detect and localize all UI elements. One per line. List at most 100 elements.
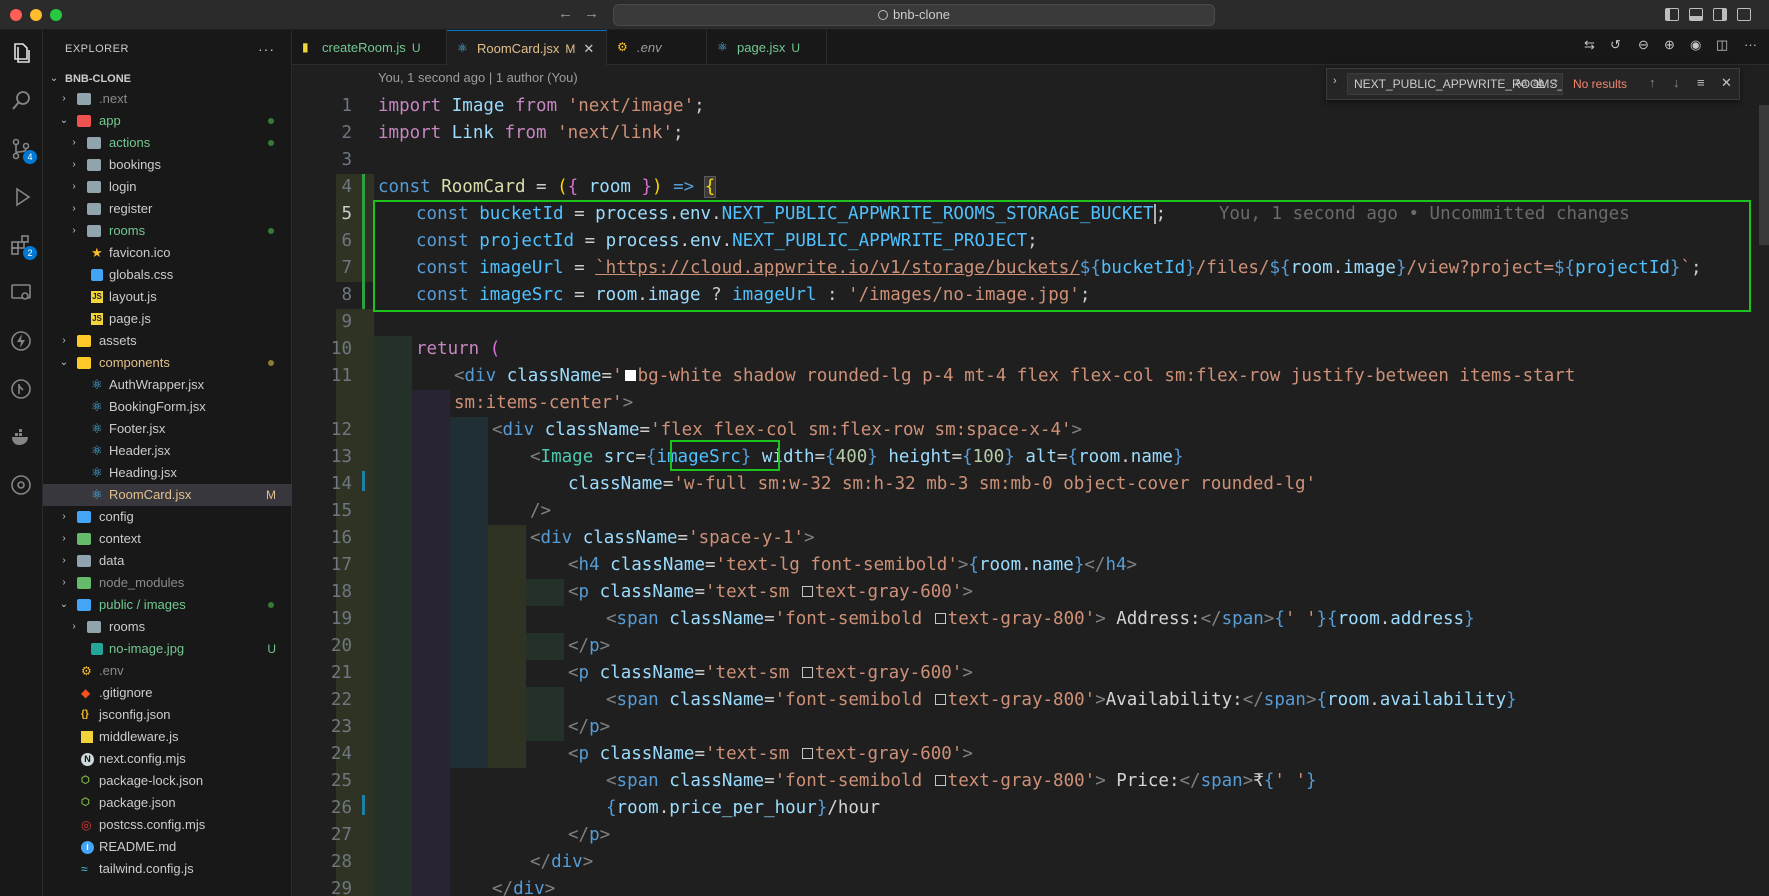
remote-explorer-icon[interactable] — [8, 280, 34, 306]
git-status-badge: M — [266, 488, 276, 502]
tree-item-label: postcss.config.mjs — [99, 817, 206, 832]
git-lens-icon[interactable]: ◉ — [1690, 37, 1701, 53]
js-file-icon: ▮ — [302, 40, 309, 54]
tree-item-assets[interactable]: › assets — [43, 330, 292, 352]
chevron-right-icon[interactable]: › — [1333, 75, 1337, 87]
arrow-down-icon[interactable]: ↓ — [1673, 75, 1680, 90]
source-control-icon[interactable]: 4 — [8, 136, 37, 164]
tree-item-middleware[interactable]: middleware.js — [43, 726, 292, 748]
tree-item-layout-js[interactable]: JS layout.js — [43, 286, 292, 308]
maximize-window-button[interactable] — [50, 9, 62, 21]
tree-item-page-js[interactable]: JS page.js — [43, 308, 292, 330]
toggle-sidebar-icon[interactable] — [1665, 8, 1679, 21]
tree-item-no-image[interactable]: no-image.jpg U — [43, 638, 292, 660]
tree-item-app[interactable]: ⌄ app — [43, 110, 292, 132]
tree-item-public-images[interactable]: ⌄ public / images — [43, 594, 292, 616]
close-tab-icon[interactable]: ✕ — [583, 41, 594, 56]
forward-arrow-icon[interactable]: → — [584, 5, 599, 22]
line-number: 2 — [341, 123, 352, 143]
tree-item-readme[interactable]: i README.md — [43, 836, 292, 858]
tree-item-package-json[interactable]: ⬡ package.json — [43, 792, 292, 814]
tree-item-node-modules[interactable]: › node_modules — [43, 572, 292, 594]
highlight-box-env-vars — [373, 200, 1751, 312]
match-word-toggle[interactable]: ab — [1533, 78, 1544, 89]
search-icon[interactable] — [8, 88, 34, 114]
tree-root[interactable]: ⌄ BNB-CLONE — [43, 68, 292, 90]
close-window-button[interactable] — [10, 9, 22, 21]
tree-item-label: package.json — [99, 795, 176, 810]
tree-item-next-config[interactable]: N next.config.mjs — [43, 748, 292, 770]
tab-roomcard[interactable]: ⚛ RoomCard.jsx M ✕ — [447, 30, 607, 65]
indent-highlight — [526, 633, 564, 660]
arrow-up-icon[interactable]: ↑ — [1649, 75, 1656, 90]
close-icon[interactable]: ✕ — [1721, 75, 1732, 91]
tree-item-public-rooms[interactable]: › rooms — [43, 616, 292, 638]
tree-item-rooms[interactable]: › rooms — [43, 220, 292, 242]
docker-icon[interactable] — [8, 424, 34, 450]
search-icon — [877, 10, 888, 20]
line-number: 5 — [341, 204, 352, 224]
lightning-icon[interactable] — [8, 328, 34, 354]
back-arrow-icon[interactable]: ← — [558, 5, 573, 22]
env-file-icon: ⚙ — [617, 40, 628, 54]
tree-item-package-lock[interactable]: ⬡ package-lock.json — [43, 770, 292, 792]
regex-toggle[interactable]: .* — [1551, 78, 1558, 89]
scrollbar-thumb[interactable] — [1759, 105, 1769, 245]
match-case-toggle[interactable]: Aa — [1515, 78, 1527, 89]
tree-item-config[interactable]: › config — [43, 506, 292, 528]
tree-item-components[interactable]: ⌄ components — [43, 352, 292, 374]
tree-item-jsconfig[interactable]: {} jsconfig.json — [43, 704, 292, 726]
more-actions-icon[interactable]: ··· — [258, 30, 275, 68]
tree-item-globals-css[interactable]: globals.css — [43, 264, 292, 286]
gitlens-icon[interactable] — [8, 472, 34, 498]
tree-item-next[interactable]: › .next — [43, 88, 292, 110]
toggle-secondary-sidebar-icon[interactable] — [1713, 8, 1727, 21]
command-center-search[interactable]: bnb-clone — [613, 4, 1215, 26]
tree-item-tailwind[interactable]: ≈ tailwind.config.js — [43, 858, 292, 880]
tree-item-heading[interactable]: ⚛ Heading.jsx — [43, 462, 292, 484]
tree-item-postcss[interactable]: ◎ postcss.config.mjs — [43, 814, 292, 836]
tree-item-footer[interactable]: ⚛ Footer.jsx — [43, 418, 292, 440]
git-graph-icon[interactable] — [8, 376, 34, 402]
git-compare-icon[interactable]: ⇆ — [1584, 37, 1595, 53]
explorer-header: EXPLORER ··· — [43, 30, 291, 68]
line-number: 15 — [330, 501, 352, 521]
split-editor-icon[interactable]: ◫ — [1716, 37, 1728, 53]
code-line-2: import Link from 'next/link'; — [378, 123, 684, 143]
tab-createroom[interactable]: ▮ createRoom.js U — [292, 30, 447, 65]
minimize-window-button[interactable] — [30, 9, 42, 21]
find-in-selection-icon[interactable]: ≡ — [1697, 75, 1705, 90]
color-swatch — [934, 613, 946, 624]
line-number: 23 — [330, 717, 352, 737]
find-input[interactable]: NEXT_PUBLIC_APPWRITE_ROOMS_STORAGE_BUCKE… — [1347, 73, 1563, 95]
tab-env[interactable]: ⚙ .env — [607, 30, 707, 65]
tree-item-bookings[interactable]: › bookings — [43, 154, 292, 176]
tree-item-bookingform[interactable]: ⚛ BookingForm.jsx — [43, 396, 292, 418]
tree-item-header[interactable]: ⚛ Header.jsx — [43, 440, 292, 462]
tree-item-actions[interactable]: › actions — [43, 132, 292, 154]
react-icon: ⚛ — [91, 399, 103, 414]
tree-item-gitignore[interactable]: ◆ .gitignore — [43, 682, 292, 704]
toggle-panel-icon[interactable] — [1689, 8, 1703, 21]
more-actions-icon[interactable]: ··· — [1744, 37, 1757, 52]
tree-item-login[interactable]: › login — [43, 176, 292, 198]
explorer-icon[interactable] — [8, 40, 34, 66]
folder-icon — [87, 621, 101, 633]
tree-item-env[interactable]: ⚙ .env — [43, 660, 292, 682]
line-number: 10 — [330, 339, 352, 359]
tree-item-register[interactable]: › register — [43, 198, 292, 220]
customize-layout-icon[interactable] — [1737, 8, 1751, 21]
open-changes-icon[interactable]: ↺ — [1610, 37, 1621, 53]
previous-change-icon[interactable]: ⊖ — [1638, 37, 1649, 53]
tree-item-data[interactable]: › data — [43, 550, 292, 572]
tab-page[interactable]: ⚛ page.jsx U — [707, 30, 827, 65]
extensions-icon[interactable]: 2 — [8, 232, 37, 260]
code-line-19: <span className='font-semibold text-gray… — [606, 609, 1475, 629]
tree-item-favicon[interactable]: ★ favicon.ico — [43, 242, 292, 264]
code-editor[interactable]: You, 1 second ago | 1 author (You) 1 2 3… — [292, 65, 1769, 896]
run-debug-icon[interactable] — [8, 184, 34, 210]
tree-item-authwrapper[interactable]: ⚛ AuthWrapper.jsx — [43, 374, 292, 396]
tree-item-context[interactable]: › context — [43, 528, 292, 550]
tree-item-roomcard[interactable]: ⚛ RoomCard.jsx M — [43, 484, 292, 506]
next-change-icon[interactable]: ⊕ — [1664, 37, 1675, 53]
